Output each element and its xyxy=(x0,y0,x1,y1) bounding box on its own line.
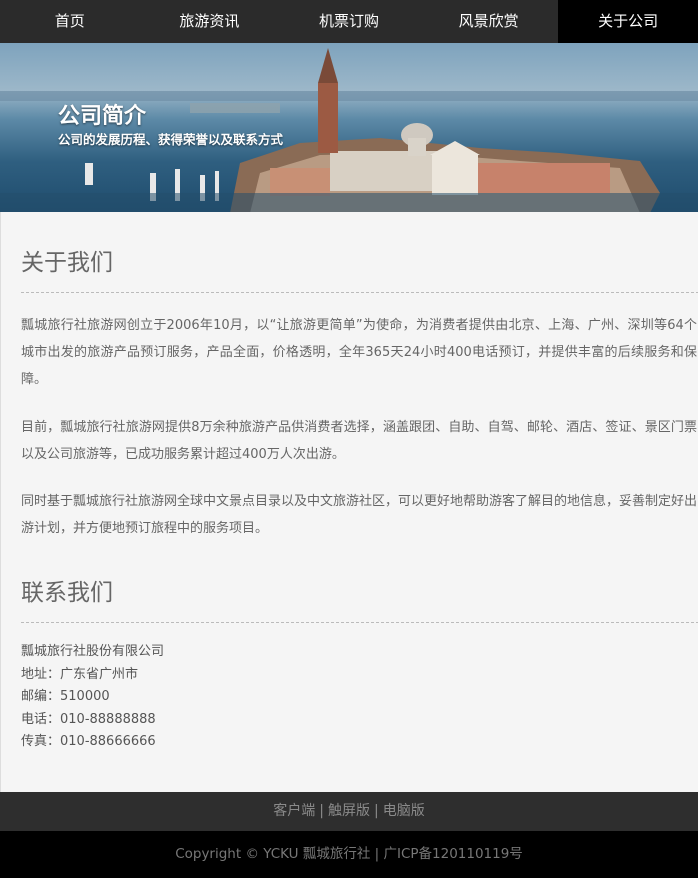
contact-fax: 传真：010-88666666 xyxy=(21,734,156,749)
contact-address: 地址：广东省广州市 xyxy=(21,667,139,682)
about-divider xyxy=(21,292,698,293)
nav-item-travel-news[interactable]: 旅游资讯 xyxy=(140,0,280,43)
about-paragraph-3: 同时基于瓢城旅行社旅游网全球中文景点目录以及中文旅游社区，可以更好地帮助游客了解… xyxy=(21,494,698,536)
nav-item-scenery[interactable]: 风景欣赏 xyxy=(419,0,559,43)
footer-copyright: Copyright © YCKU 瓢城旅行社 | 广ICP备120110119号 xyxy=(0,831,698,878)
banner-subtitle: 公司的发展历程、获得荣誉以及联系方式 xyxy=(58,132,284,147)
top-navigation: 首页 旅游资讯 机票订购 风景欣赏 关于公司 xyxy=(0,0,698,43)
nav-item-about-company[interactable]: 关于公司 xyxy=(558,0,698,43)
contact-divider xyxy=(21,622,698,623)
nav-item-flight-booking[interactable]: 机票订购 xyxy=(279,0,419,43)
about-paragraph-1: 瓢城旅行社旅游网创立于2006年10月，以“让旅游更简单”为使命，为消费者提供由… xyxy=(21,318,697,387)
nav-item-home[interactable]: 首页 xyxy=(0,0,140,43)
footer-separator: | xyxy=(319,803,324,819)
contact-phone: 电话：010-88888888 xyxy=(21,712,156,727)
footer-separator: | xyxy=(374,803,379,819)
about-paragraph-2: 目前，瓢城旅行社旅游网提供8万余种旅游产品供消费者选择，涵盖跟团、自助、自驾、邮… xyxy=(21,420,697,462)
page-banner: 公司简介 公司的发展历程、获得荣誉以及联系方式 xyxy=(0,43,698,212)
contact-company: 瓢城旅行社股份有限公司 xyxy=(21,644,165,659)
footer-link-touch[interactable]: 触屏版 xyxy=(328,803,370,819)
contact-heading: 联系我们 xyxy=(21,580,113,606)
contact-postcode: 邮编：510000 xyxy=(21,689,110,704)
main-content: 关于我们 瓢城旅行社旅游网创立于2006年10月，以“让旅游更简单”为使命，为消… xyxy=(0,212,698,792)
footer-links: 客户端 | 触屏版 | 电脑版 xyxy=(0,792,698,831)
footer-link-client[interactable]: 客户端 xyxy=(273,803,315,819)
banner-title: 公司简介 xyxy=(58,104,147,129)
footer-link-desktop[interactable]: 电脑版 xyxy=(383,803,425,819)
about-heading: 关于我们 xyxy=(21,250,113,276)
